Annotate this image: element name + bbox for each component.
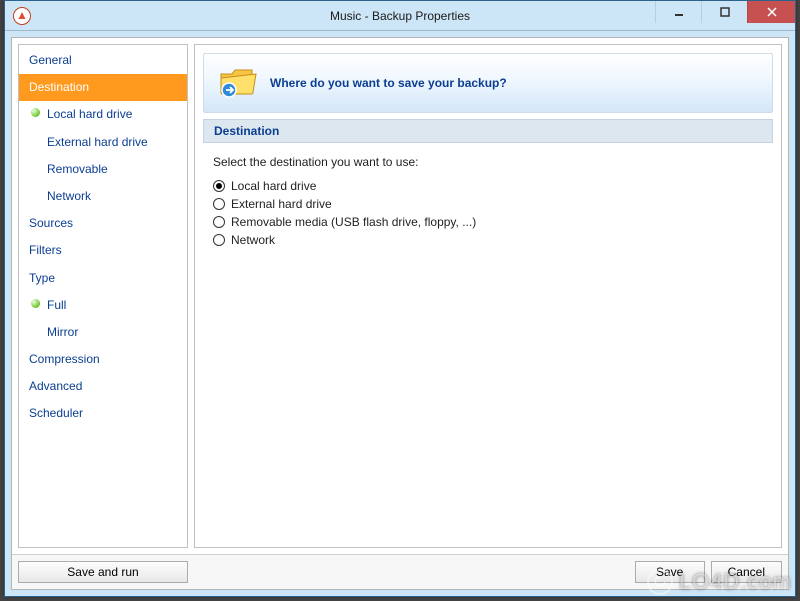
minimize-button[interactable] xyxy=(655,1,701,23)
radio-label: Removable media (USB flash drive, floppy… xyxy=(231,215,476,229)
client-area: General Destination Local hard drive Ext… xyxy=(11,37,789,590)
banner: Where do you want to save your backup? xyxy=(203,53,773,113)
radio-network[interactable]: Network xyxy=(213,231,763,249)
radio-icon xyxy=(213,234,225,246)
sidebar-item-general[interactable]: General xyxy=(19,47,187,74)
main-area: General Destination Local hard drive Ext… xyxy=(12,38,788,554)
close-button[interactable] xyxy=(747,1,795,23)
content-panel: Where do you want to save your backup? D… xyxy=(194,44,782,548)
sidebar-item-removable[interactable]: Removable xyxy=(19,156,187,183)
radio-label: External hard drive xyxy=(231,197,332,211)
sidebar-item-network[interactable]: Network xyxy=(19,183,187,210)
banner-question: Where do you want to save your backup? xyxy=(270,76,507,90)
radio-icon xyxy=(213,216,225,228)
sidebar-item-external-hard-drive[interactable]: External hard drive xyxy=(19,129,187,156)
save-and-run-button[interactable]: Save and run xyxy=(18,561,188,583)
sidebar-item-type[interactable]: Type xyxy=(19,265,187,292)
sidebar-item-scheduler[interactable]: Scheduler xyxy=(19,400,187,427)
sidebar-item-filters[interactable]: Filters xyxy=(19,237,187,264)
radio-local-hard-drive[interactable]: Local hard drive xyxy=(213,177,763,195)
sidebar-item-full[interactable]: Full xyxy=(19,292,187,319)
maximize-button[interactable] xyxy=(701,1,747,23)
save-button[interactable]: Save xyxy=(635,561,705,583)
footer: Save and run Save Cancel xyxy=(12,554,788,589)
sidebar-item-mirror[interactable]: Mirror xyxy=(19,319,187,346)
folder-icon xyxy=(218,66,258,100)
radio-icon xyxy=(213,198,225,210)
section-header: Destination xyxy=(203,119,773,143)
radio-label: Local hard drive xyxy=(231,179,316,193)
window: Music - Backup Properties General Destin… xyxy=(4,0,796,597)
radio-removable-media[interactable]: Removable media (USB flash drive, floppy… xyxy=(213,213,763,231)
radio-external-hard-drive[interactable]: External hard drive xyxy=(213,195,763,213)
section-body: Select the destination you want to use: … xyxy=(195,143,781,261)
section-prompt: Select the destination you want to use: xyxy=(213,155,763,169)
sidebar-item-compression[interactable]: Compression xyxy=(19,346,187,373)
radio-icon xyxy=(213,180,225,192)
cancel-button[interactable]: Cancel xyxy=(711,561,782,583)
sidebar-item-local-hard-drive[interactable]: Local hard drive xyxy=(19,101,187,128)
radio-label: Network xyxy=(231,233,275,247)
window-controls xyxy=(655,1,795,23)
titlebar[interactable]: Music - Backup Properties xyxy=(5,1,795,31)
sidebar: General Destination Local hard drive Ext… xyxy=(18,44,188,548)
sidebar-item-advanced[interactable]: Advanced xyxy=(19,373,187,400)
sidebar-item-destination[interactable]: Destination xyxy=(19,74,187,101)
sidebar-item-sources[interactable]: Sources xyxy=(19,210,187,237)
app-icon xyxy=(13,7,31,25)
